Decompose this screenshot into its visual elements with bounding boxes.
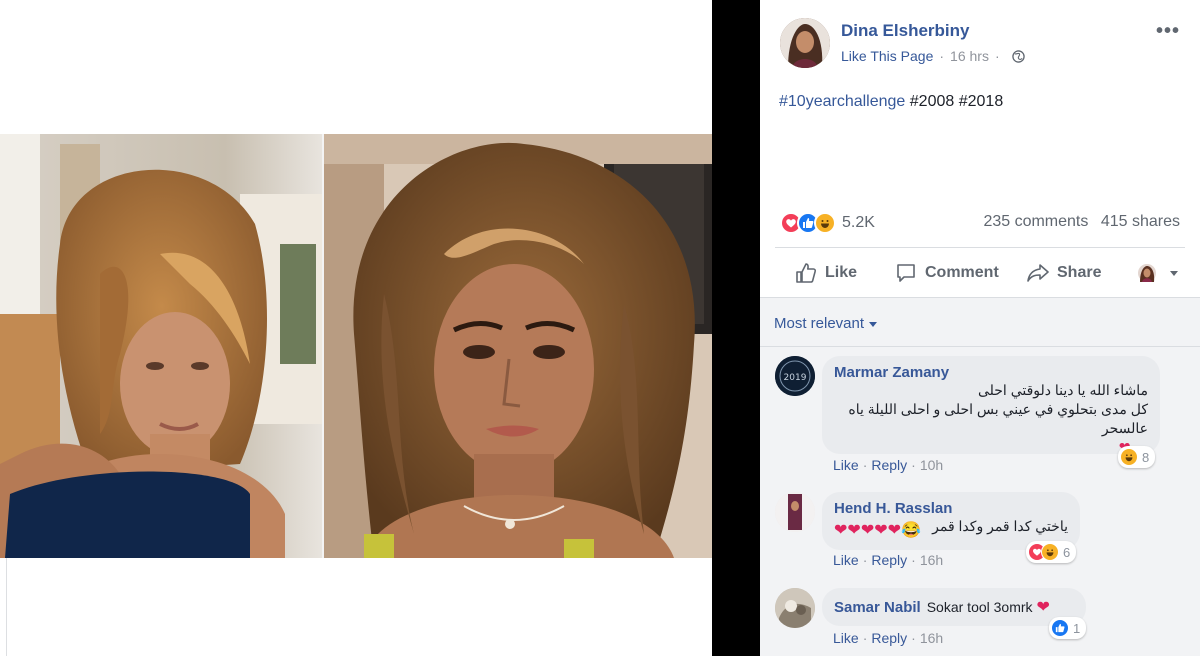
hashtag-2008[interactable]: #2008 — [910, 93, 955, 110]
action-separator: · — [862, 552, 868, 568]
comment-reactions[interactable]: 1 — [1049, 617, 1087, 639]
commenter-name[interactable]: Hend H. Rasslan — [834, 500, 1068, 517]
comment-time[interactable]: 16h — [920, 630, 943, 646]
divider — [760, 346, 1200, 347]
share-icon — [1027, 264, 1049, 282]
comment-actions: Like · Reply · 16h — [833, 630, 943, 646]
reaction-count[interactable]: 5.2K — [842, 214, 875, 232]
comment-reply-link[interactable]: Reply — [871, 552, 907, 568]
share-button[interactable]: Share — [1027, 262, 1101, 284]
author-avatar[interactable] — [780, 18, 830, 68]
like-button-label: Like — [825, 264, 858, 281]
media-pane — [0, 0, 712, 656]
reaction-picker-button[interactable] — [1137, 263, 1187, 283]
reaction-summary[interactable]: 5.2K — [780, 212, 875, 234]
comment-text: Sokar tool 3omrk — [926, 599, 1033, 615]
post-panel: Dina Elsherbiny Like This Page · 16 hrs … — [760, 0, 1200, 656]
photo-2018 — [324, 134, 712, 558]
comment-like-link[interactable]: Like — [833, 630, 859, 646]
commenter-avatar[interactable] — [775, 492, 815, 532]
globe-icon — [1011, 49, 1025, 63]
post-text: #10yearchallenge #2008 #2018 — [779, 93, 1003, 111]
action-separator: · — [911, 630, 916, 646]
comment-like-link[interactable]: Like — [833, 457, 859, 473]
comment-text-line: كل مدى بتحلوي في عيني بس احلى و احلى الل… — [848, 401, 1148, 436]
comment-actions: Like · Reply · 10h — [833, 457, 943, 473]
comment-actions: Like · Reply · 16h — [833, 552, 943, 568]
haha-icon — [1120, 448, 1138, 466]
comment-reactions[interactable]: 6 — [1026, 541, 1077, 563]
commenter-name[interactable]: Samar Nabil — [834, 599, 921, 616]
action-separator: · — [862, 630, 868, 646]
action-separator: · — [862, 457, 868, 473]
comment-reaction-count: 6 — [1063, 544, 1071, 560]
comment-reply-link[interactable]: Reply — [871, 630, 907, 646]
comment-reply-link[interactable]: Reply — [871, 457, 907, 473]
caret-down-icon — [1170, 271, 1178, 276]
author-name[interactable]: Dina Elsherbiny — [841, 21, 969, 41]
post-meta: Like This Page · 16 hrs · — [841, 48, 1025, 64]
meta-separator: · — [939, 48, 945, 64]
post-photo[interactable] — [0, 134, 712, 558]
hashtag-10yearchallenge[interactable]: #10yearchallenge — [779, 93, 905, 110]
page-avatar-small-icon — [1138, 264, 1156, 282]
photo-2008 — [0, 134, 322, 558]
commenter-name[interactable]: Marmar Zamany — [834, 364, 1148, 381]
commenter-avatar[interactable]: 2019 — [775, 356, 815, 396]
like-page-link[interactable]: Like This Page — [841, 48, 933, 64]
divider — [775, 247, 1185, 248]
hashtag-2018[interactable]: #2018 — [959, 93, 1004, 110]
action-separator: · — [911, 552, 916, 568]
comment-reaction-count: 1 — [1073, 620, 1081, 636]
comment-bubble: Marmar Zamany ماشاء الله يا دينا دلوقتي … — [822, 356, 1160, 457]
caret-down-icon — [869, 321, 878, 327]
comment-like-link[interactable]: Like — [833, 552, 859, 568]
comments-section: Most relevant 2019 Marmar Zamany ماشاء ا… — [760, 298, 1200, 656]
shares-count[interactable]: 415 shares — [1101, 213, 1180, 230]
action-separator: · — [911, 457, 916, 473]
avatar-year-text: 2019 — [784, 373, 807, 383]
haha-icon — [1041, 543, 1059, 561]
sort-label: Most relevant — [774, 315, 865, 332]
meta-separator: · — [994, 48, 1000, 64]
haha-icon — [814, 212, 836, 234]
comment-text: ياختي كدا قمر وكدا قمر — [932, 518, 1068, 534]
comments-count[interactable]: 235 comments — [983, 213, 1088, 230]
theater-divider — [712, 0, 760, 656]
heart-emoji: ❤ — [1036, 599, 1050, 616]
post-time[interactable]: 16 hrs — [950, 48, 989, 64]
comment-time[interactable]: 16h — [920, 552, 943, 568]
action-bar: Like Comment Share — [775, 254, 1185, 292]
post-stats: 235 comments 415 shares — [983, 213, 1180, 231]
comment-text-line: ده ❤ — [834, 438, 1148, 457]
comment-button[interactable]: Comment — [895, 262, 999, 284]
comment-sort-dropdown[interactable]: Most relevant — [774, 315, 878, 332]
more-options-button[interactable]: ••• — [1156, 20, 1180, 43]
comment-reactions[interactable]: 8 — [1118, 446, 1156, 468]
thumbs-up-icon — [796, 263, 817, 283]
like-button[interactable]: Like — [795, 262, 857, 284]
comment-bubble: Samar Nabil Sokar tool 3omrk ❤ — [822, 588, 1086, 626]
comment-icon — [897, 264, 915, 282]
comment-reaction-count: 8 — [1142, 449, 1150, 465]
like-reaction-icon — [1051, 619, 1069, 637]
share-button-label: Share — [1057, 264, 1102, 281]
comment-text-line: ماشاء الله يا دينا دلوقتي احلى — [977, 382, 1148, 398]
commenter-avatar[interactable] — [775, 588, 815, 628]
comment-button-label: Comment — [925, 264, 999, 281]
comment-time[interactable]: 10h — [920, 457, 943, 473]
heart-emojis: ❤❤❤❤❤😂 — [834, 522, 921, 539]
